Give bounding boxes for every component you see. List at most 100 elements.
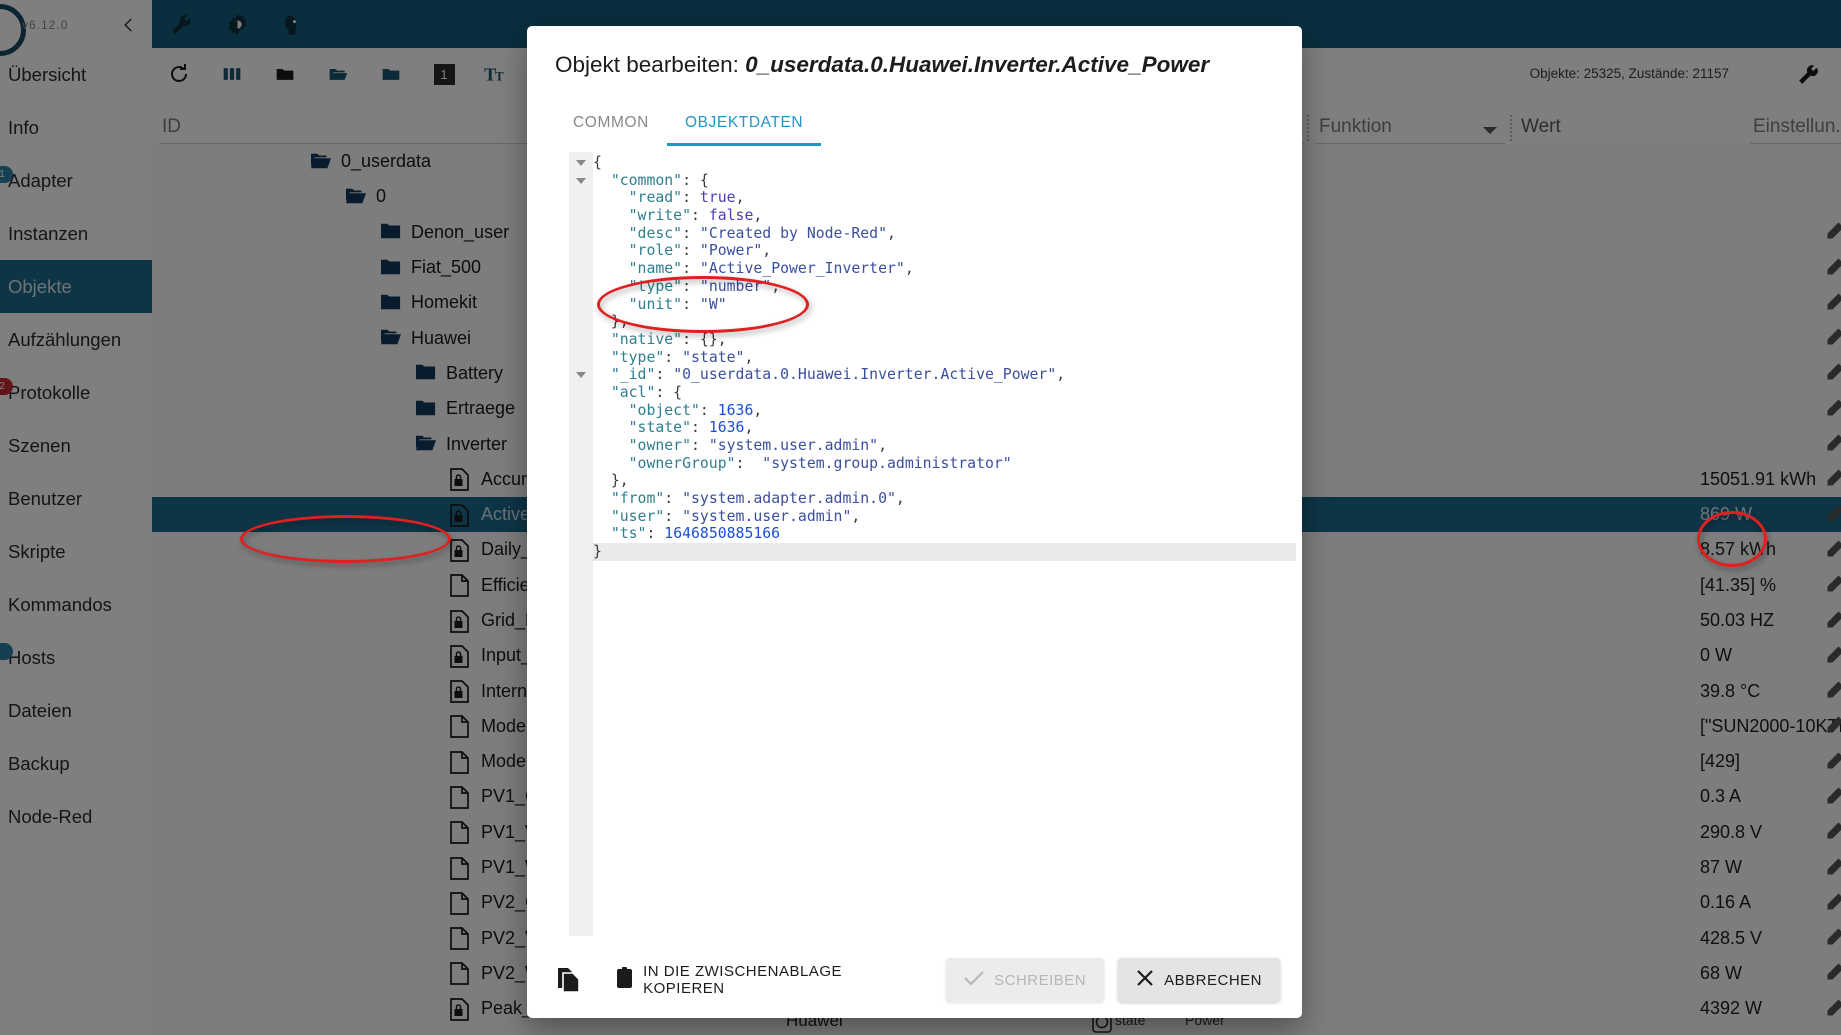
code-token: : (735, 454, 763, 472)
code-token: 1636 (717, 401, 754, 419)
code-token: 1646850885166 (664, 525, 781, 543)
code-token: } (593, 543, 602, 561)
code-token: "state" (593, 419, 691, 437)
code-fold-toggle[interactable] (576, 160, 586, 166)
write-button[interactable]: SCHREIBEN (946, 958, 1105, 1002)
code-token: "ts" (593, 525, 647, 543)
code-token: "number" (699, 277, 772, 295)
code-token: : (682, 224, 700, 242)
code-line: "type": "number", (593, 278, 1296, 296)
code-token: : { (682, 171, 709, 189)
code-token: : (682, 242, 700, 260)
code-token: "role" (593, 242, 683, 260)
code-line: "_id": "0_userdata.0.Huawei.Inverter.Act… (593, 366, 1296, 384)
check-icon (964, 970, 984, 990)
code-token: }, (593, 313, 629, 331)
code-line: "ts": 1646850885166 (593, 525, 1296, 543)
code-token: "system.group.administrator" (762, 454, 1012, 472)
code-token: , (753, 207, 763, 225)
write-label: SCHREIBEN (994, 971, 1087, 989)
cancel-label: ABBRECHEN (1164, 971, 1262, 989)
code-line: "ownerGroup": "system.group.administrato… (593, 455, 1296, 473)
code-token: "write" (593, 207, 691, 225)
code-token: , (744, 348, 754, 366)
close-x-icon (1136, 969, 1154, 991)
code-token: : (664, 507, 683, 525)
code-token: "system.user.admin" (708, 437, 879, 454)
copy-pages-icon[interactable] (549, 960, 584, 1000)
code-token: , (735, 189, 745, 207)
code-token: : (699, 401, 718, 419)
code-token: "type" (593, 348, 665, 366)
code-token: , (904, 260, 914, 278)
dialog-footer: IN DIE ZWISCHENABLAGE KOPIEREN SCHREIBEN… (527, 942, 1302, 1018)
copy-to-clipboard-label: IN DIE ZWISCHENABLAGE KOPIEREN (643, 963, 842, 997)
code-line: "from": "system.adapter.admin.0", (593, 490, 1296, 508)
code-token: : (664, 348, 683, 366)
editor-code-area[interactable]: { "common": { "read": true, "write": fal… (593, 152, 1296, 936)
code-token: : (655, 366, 674, 384)
code-token: , (895, 490, 905, 508)
code-line: "owner": "system.user.admin", (593, 437, 1296, 455)
code-token: , (878, 437, 888, 454)
cancel-button[interactable]: ABBRECHEN (1118, 958, 1280, 1002)
code-token: "0_userdata.0.Huawei.Inverter.Active_Pow… (673, 366, 1057, 384)
code-token: false (708, 207, 754, 225)
editor-fold-column[interactable] (569, 152, 593, 936)
edit-object-dialog: Objekt bearbeiten: 0_userdata.0.Huawei.I… (527, 26, 1302, 1018)
code-token: "system.user.admin" (682, 507, 852, 525)
code-token: : (682, 189, 700, 207)
code-line: } (593, 543, 1296, 561)
code-line: "user": "system.user.admin", (593, 508, 1296, 526)
code-token: , (887, 224, 896, 242)
code-line: "write": false, (593, 207, 1296, 225)
code-token: : { (655, 383, 683, 401)
dialog-title-object-id: 0_userdata.0.Huawei.Inverter.Active_Powe… (745, 52, 1210, 77)
code-line: "object": 1636, (593, 402, 1296, 420)
tab-common[interactable]: COMMON (555, 100, 667, 146)
code-token: { (593, 154, 602, 171)
code-line: "type": "state", (593, 349, 1296, 367)
code-token: "unit" (593, 295, 683, 313)
code-fold-toggle[interactable] (576, 372, 586, 379)
code-token: true (699, 189, 736, 207)
code-token: , (762, 242, 772, 260)
code-token: }, (593, 472, 629, 490)
code-token: : (691, 437, 709, 454)
code-token: "ownerGroup" (593, 454, 736, 472)
dialog-title-prefix: Objekt bearbeiten: (555, 52, 746, 77)
tab-objektdaten[interactable]: OBJEKTDATEN (666, 100, 822, 146)
code-token: "read" (593, 189, 683, 207)
code-token: "owner" (593, 437, 691, 454)
code-line: { (593, 154, 1296, 172)
dialog-body: { "common": { "read": true, "write": fal… (527, 146, 1302, 942)
code-token: "user" (593, 507, 665, 525)
code-line: "read": true, (593, 189, 1296, 207)
code-token: "type" (593, 277, 683, 295)
code-line: "native": {}, (593, 331, 1296, 349)
code-token: "native" (593, 330, 683, 348)
code-line: "acl": { (593, 384, 1296, 402)
clipboard-icon (616, 967, 633, 993)
code-token: : (691, 419, 709, 437)
code-token: "acl" (593, 383, 656, 401)
code-token: : {}, (682, 330, 727, 348)
code-token: "from" (593, 490, 665, 508)
code-token: "desc" (593, 224, 683, 242)
code-line: }, (593, 313, 1296, 331)
code-token: : (691, 207, 709, 225)
code-token: : (646, 525, 665, 543)
objects-page: v6.12.0 ÜbersichtInfo1AdapterInstanzenOb… (0, 0, 1841, 1035)
code-token: : (682, 295, 700, 313)
dialog-tabs: COMMON OBJEKTDATEN (527, 100, 1302, 146)
code-fold-toggle[interactable] (576, 177, 586, 184)
code-token: "object" (593, 401, 700, 419)
code-token: "system.adapter.admin.0" (682, 490, 896, 508)
code-token: , (771, 277, 781, 295)
code-line: "name": "Active_Power_Inverter", (593, 260, 1296, 278)
code-token: 1636 (708, 419, 745, 437)
copy-to-clipboard-button[interactable]: IN DIE ZWISCHENABLAGE KOPIEREN (598, 958, 909, 1002)
code-token: "W" (699, 295, 727, 313)
json-editor[interactable]: { "common": { "read": true, "write": fal… (541, 152, 1296, 936)
code-token: , (753, 401, 763, 419)
